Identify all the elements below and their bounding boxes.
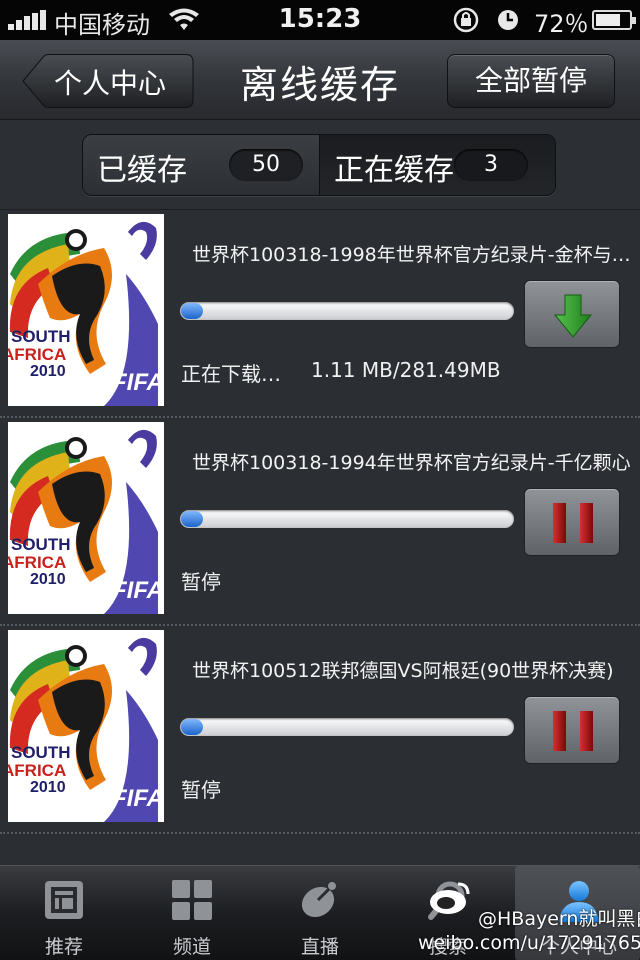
status-bar: 中国移动 15:23 72％ bbox=[0, 0, 640, 40]
tab-live-label: 直播 bbox=[300, 936, 339, 958]
tab-live[interactable]: 直播 bbox=[256, 866, 384, 960]
download-status: 正在下载… bbox=[181, 362, 281, 386]
download-icon bbox=[525, 294, 621, 353]
download-row[interactable]: SOUTH AFRICA 2010 FIFA 世界杯100512联邦德国VS阿根廷(90… bbox=[0, 626, 640, 834]
thumbnail-line-3: 2010 bbox=[30, 571, 66, 588]
watermark-url: weibo.com/u/1729176580 bbox=[418, 932, 640, 954]
thumbnail-brand: FIFA bbox=[112, 785, 164, 812]
thumbnail-line-2: AFRICA bbox=[8, 761, 66, 780]
download-status: 暂停 bbox=[181, 570, 221, 594]
page-title: 离线缓存 bbox=[239, 63, 400, 107]
thumbnail-line-2: AFRICA bbox=[8, 553, 66, 572]
thumbnail-brand: FIFA bbox=[112, 577, 164, 604]
tab-recommend[interactable]: 推荐 bbox=[0, 866, 128, 960]
download-button[interactable] bbox=[524, 280, 620, 348]
video-title: 世界杯100318-1998年世界杯官方纪录片-金杯与… bbox=[192, 244, 631, 266]
download-status: 暂停 bbox=[181, 778, 221, 802]
rotation-lock-icon bbox=[453, 7, 518, 33]
back-button-label: 个人中心 bbox=[54, 67, 167, 100]
video-thumbnail: SOUTH AFRICA 2010 FIFA bbox=[8, 630, 164, 822]
channels-grid-icon bbox=[172, 880, 212, 920]
tab-cached-label: 已缓存 bbox=[97, 153, 187, 188]
download-progress-bar bbox=[180, 718, 514, 736]
recommend-icon bbox=[45, 881, 83, 919]
download-progress-fill bbox=[181, 719, 203, 735]
video-thumbnail: SOUTH AFRICA 2010 FIFA bbox=[8, 214, 164, 406]
download-progress-bar bbox=[180, 510, 514, 528]
pause-button[interactable] bbox=[524, 696, 620, 764]
tab-caching-label: 正在缓存 bbox=[334, 153, 454, 188]
battery-icon bbox=[592, 10, 636, 30]
download-size: 1.11 MB/281.49MB bbox=[311, 358, 501, 382]
watermark-user: @HBayern就叫黑白 bbox=[478, 908, 640, 930]
thumbnail-line-1: SOUTH bbox=[11, 743, 71, 762]
thumbnail-line-1: SOUTH bbox=[11, 327, 71, 346]
battery-percent: 72％ bbox=[534, 10, 589, 38]
cache-segmented-control: 已缓存 50 正在缓存 3 bbox=[82, 134, 556, 196]
segment-bar: 已缓存 50 正在缓存 3 bbox=[0, 120, 640, 210]
download-progress-fill bbox=[181, 511, 203, 527]
tab-cached[interactable]: 已缓存 50 bbox=[83, 135, 319, 195]
thumbnail-line-1: SOUTH bbox=[11, 535, 71, 554]
thumbnail-line-2: AFRICA bbox=[8, 345, 66, 364]
download-row[interactable]: SOUTH AFRICA 2010 FIFA 世界杯100318-1998年世界杯官方纪… bbox=[0, 210, 640, 418]
thumbnail-line-3: 2010 bbox=[30, 779, 66, 796]
weibo-logo-icon bbox=[430, 882, 470, 914]
tab-caching[interactable]: 正在缓存 3 bbox=[319, 135, 555, 195]
tab-channels-label: 频道 bbox=[172, 936, 211, 958]
download-progress-bar bbox=[180, 302, 514, 320]
caching-count-badge: 3 bbox=[454, 149, 528, 181]
download-list: SOUTH AFRICA 2010 FIFA 世界杯100318-1998年世界杯官方纪… bbox=[0, 210, 640, 865]
back-button[interactable]: 个人中心 bbox=[22, 54, 194, 108]
navigation-bar: 个人中心 离线缓存 全部暂停 bbox=[0, 40, 640, 120]
thumbnail-line-3: 2010 bbox=[30, 363, 66, 380]
pause-button[interactable] bbox=[524, 488, 620, 556]
cached-count-badge: 50 bbox=[229, 149, 303, 181]
download-progress-fill bbox=[181, 303, 203, 319]
video-title: 世界杯100318-1994年世界杯官方纪录片-千亿颗心 bbox=[192, 452, 631, 474]
pause-icon bbox=[525, 711, 621, 769]
live-dish-icon bbox=[301, 882, 336, 918]
video-thumbnail: SOUTH AFRICA 2010 FIFA bbox=[8, 422, 164, 614]
pause-all-button[interactable]: 全部暂停 bbox=[447, 54, 615, 108]
tab-channels[interactable]: 频道 bbox=[128, 866, 256, 960]
pause-icon bbox=[525, 503, 621, 561]
video-title: 世界杯100512联邦德国VS阿根廷(90世界杯决赛) bbox=[192, 660, 614, 682]
tab-recommend-label: 推荐 bbox=[44, 936, 83, 958]
thumbnail-brand: FIFA bbox=[112, 369, 164, 396]
download-row[interactable]: SOUTH AFRICA 2010 FIFA 世界杯100318-1994年世界杯官方纪… bbox=[0, 418, 640, 626]
